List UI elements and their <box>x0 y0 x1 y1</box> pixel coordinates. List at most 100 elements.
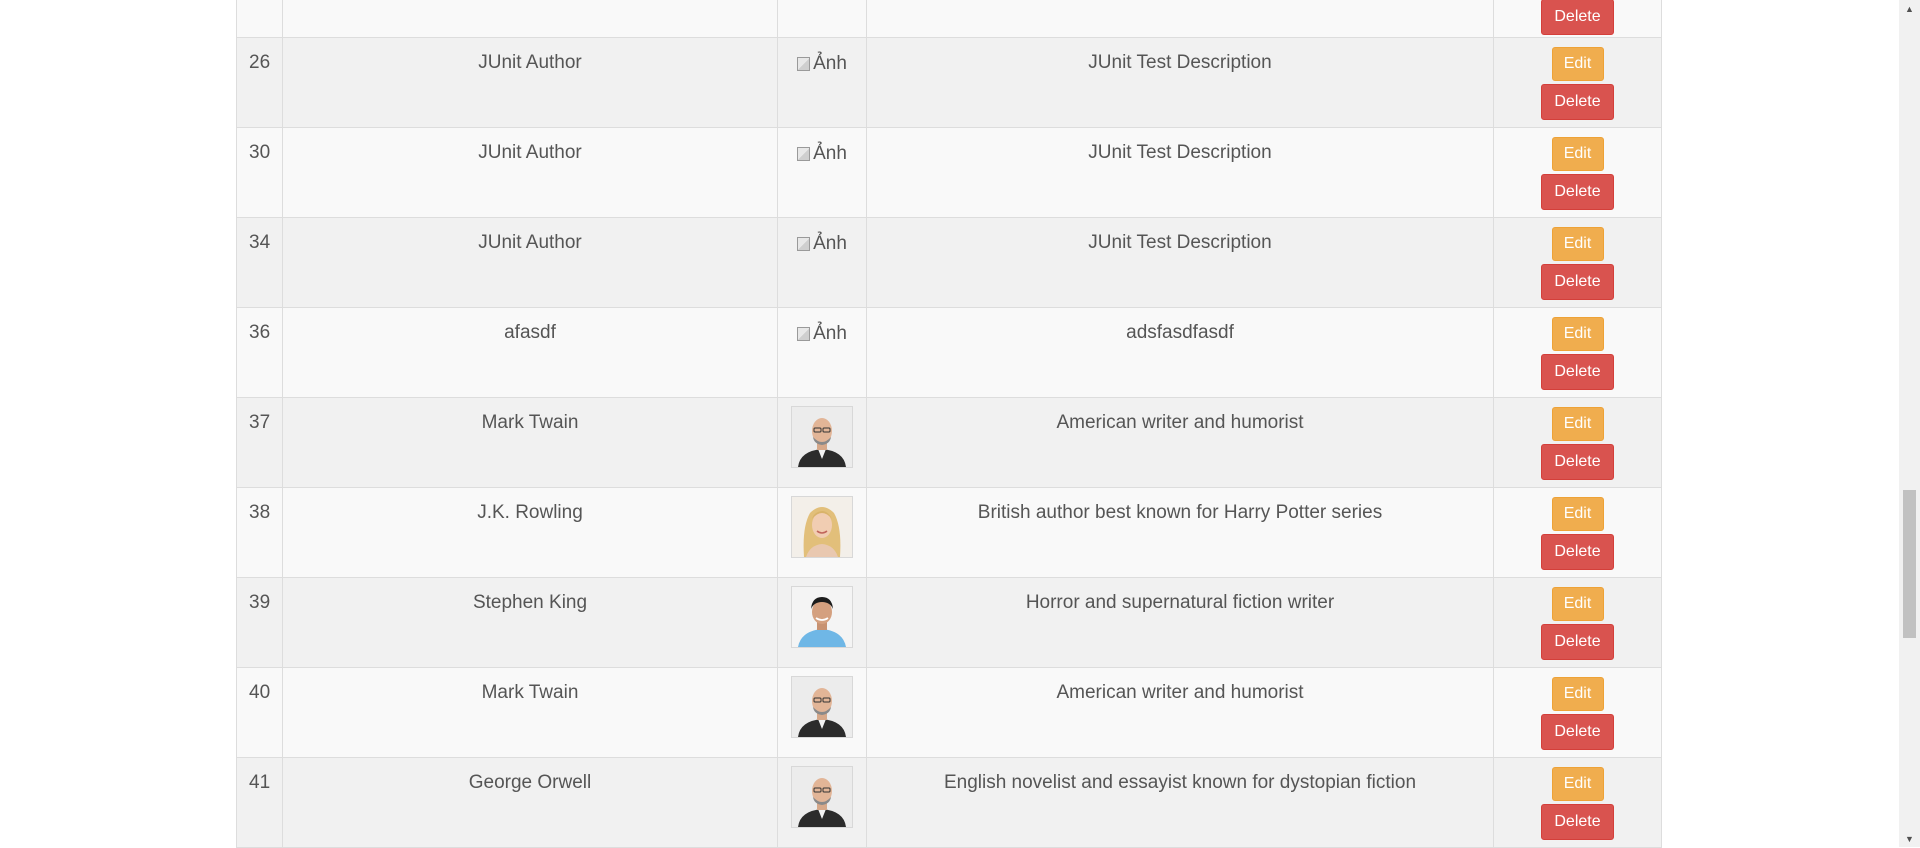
description-cell: British author best known for Harry Pott… <box>866 487 1494 578</box>
delete-button[interactable]: Delete <box>1541 714 1614 750</box>
edit-button[interactable]: Edit <box>1551 137 1604 171</box>
scroll-down-icon[interactable]: ▼ <box>1899 830 1920 847</box>
table-row: 39 Stephen King Horror and supernatural fi… <box>236 577 1662 668</box>
id-cell: 41 <box>236 757 283 848</box>
description-cell: American writer and humorist <box>866 397 1494 488</box>
broken-image-icon <box>797 146 811 161</box>
author-description: JUnit Test Description <box>1088 142 1272 163</box>
author-id: 41 <box>249 772 271 793</box>
image-alt-text: Ảnh <box>813 53 847 74</box>
description-cell: Horror and supernatural fiction writer <box>866 577 1494 668</box>
image-alt-text: Ảnh <box>813 233 847 254</box>
actions-cell: Edit Delete <box>1493 127 1662 218</box>
edit-button[interactable]: Edit <box>1551 677 1604 711</box>
delete-button[interactable]: Delete <box>1541 444 1614 480</box>
edit-button[interactable]: Edit <box>1551 497 1604 531</box>
scroll-up-icon[interactable]: ▲ <box>1899 0 1920 17</box>
id-cell: 30 <box>236 127 283 218</box>
actions-cell: Edit Delete <box>1493 487 1662 578</box>
author-image-broken: Ảnh <box>797 324 847 343</box>
table-row: 36 afasdf Ảnh adsfasdfasdf Edit Delete <box>236 307 1662 398</box>
author-name: Mark Twain <box>481 412 579 433</box>
description-cell: English novelist and essayist known for … <box>866 757 1494 848</box>
actions-cell: Edit Delete <box>1493 307 1662 398</box>
actions-cell: Edit Delete <box>1493 577 1662 668</box>
image-cell <box>777 397 867 488</box>
author-id: 26 <box>249 52 271 73</box>
image-cell <box>777 487 867 578</box>
author-id: 36 <box>249 322 271 343</box>
name-cell: George Orwell <box>282 757 778 848</box>
author-name: Mark Twain <box>481 682 579 703</box>
actions-cell: Delete <box>1493 0 1662 38</box>
id-cell: 34 <box>236 217 283 308</box>
author-id: 34 <box>249 232 271 253</box>
image-cell: Ảnh <box>777 217 867 308</box>
table-row: 34 JUnit Author Ảnh JUnit Test Description E… <box>236 217 1662 308</box>
delete-button[interactable]: Delete <box>1541 804 1614 840</box>
description-cell: JUnit Test Description <box>866 217 1494 308</box>
name-cell: Mark Twain <box>282 667 778 758</box>
edit-button[interactable]: Edit <box>1551 227 1604 261</box>
table-row: 40 Mark Twain American writer and humorist… <box>236 667 1662 758</box>
author-description: English novelist and essayist known for … <box>943 772 1417 793</box>
actions-cell: Edit Delete <box>1493 397 1662 488</box>
author-image-broken: Ảnh <box>797 54 847 73</box>
description-cell: JUnit Test Description <box>866 37 1494 128</box>
author-description: Horror and supernatural fiction writer <box>1025 592 1335 613</box>
author-description: American writer and humorist <box>1056 412 1304 433</box>
delete-button[interactable]: Delete <box>1541 84 1614 120</box>
table-row: 37 Mark Twain American writer and humorist… <box>236 397 1662 488</box>
author-description: British author best known for Harry Pott… <box>977 502 1383 523</box>
delete-button[interactable]: Delete <box>1541 264 1614 300</box>
author-avatar <box>791 406 853 468</box>
delete-button[interactable]: Delete <box>1541 0 1614 35</box>
actions-cell: Edit Delete <box>1493 667 1662 758</box>
edit-button[interactable]: Edit <box>1551 767 1604 801</box>
edit-button[interactable]: Edit <box>1551 317 1604 351</box>
scrollbar-thumb[interactable] <box>1903 490 1916 638</box>
author-avatar <box>791 766 853 828</box>
broken-image-icon <box>797 326 811 341</box>
author-name: J.K. Rowling <box>477 502 583 523</box>
vertical-scrollbar[interactable]: ▲ ▼ <box>1899 0 1920 847</box>
authors-table-container: Delete 26 JUnit Author Ảnh JUnit Test Descri… <box>236 0 1662 848</box>
name-cell: afasdf <box>282 307 778 398</box>
name-cell: JUnit Author <box>282 37 778 128</box>
image-alt-text: Ảnh <box>813 143 847 164</box>
author-id: 37 <box>249 412 271 433</box>
description-cell <box>866 0 1494 38</box>
image-cell <box>777 757 867 848</box>
author-description <box>867 0 1493 9</box>
edit-button[interactable]: Edit <box>1551 47 1604 81</box>
description-cell: American writer and humorist <box>866 667 1494 758</box>
delete-button[interactable]: Delete <box>1541 534 1614 570</box>
name-cell: JUnit Author <box>282 217 778 308</box>
description-cell: JUnit Test Description <box>866 127 1494 218</box>
author-description: adsfasdfasdf <box>1126 322 1234 343</box>
id-cell: 26 <box>236 37 283 128</box>
id-cell: 40 <box>236 667 283 758</box>
name-cell: Stephen King <box>282 577 778 668</box>
author-image-broken: Ảnh <box>797 144 847 163</box>
broken-image-icon <box>797 56 811 71</box>
broken-image-icon <box>797 236 811 251</box>
delete-button[interactable]: Delete <box>1541 354 1614 390</box>
id-cell: 38 <box>236 487 283 578</box>
name-cell <box>282 0 778 38</box>
id-cell: 37 <box>236 397 283 488</box>
image-cell: Ảnh <box>777 307 867 398</box>
author-id: 38 <box>249 502 271 523</box>
edit-button[interactable]: Edit <box>1551 407 1604 441</box>
description-cell: adsfasdfasdf <box>866 307 1494 398</box>
delete-button[interactable]: Delete <box>1541 174 1614 210</box>
image-cell <box>777 0 867 38</box>
edit-button[interactable]: Edit <box>1551 587 1604 621</box>
author-name: Stephen King <box>472 592 588 613</box>
author-description: American writer and humorist <box>1056 682 1304 703</box>
table-row: 38 J.K. Rowling British author best known … <box>236 487 1662 578</box>
actions-cell: Edit Delete <box>1493 757 1662 848</box>
author-id <box>237 0 282 9</box>
actions-cell: Edit Delete <box>1493 37 1662 128</box>
delete-button[interactable]: Delete <box>1541 624 1614 660</box>
